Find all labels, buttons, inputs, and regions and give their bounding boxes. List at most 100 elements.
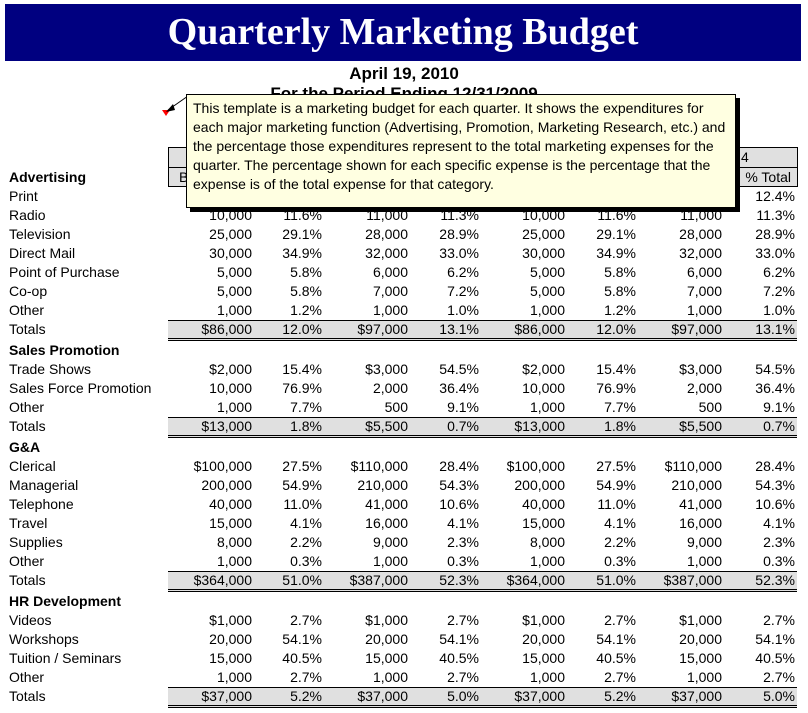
amount-cell[interactable]: $1,000 xyxy=(365,611,408,630)
amount-cell[interactable]: $37,000 xyxy=(201,687,252,706)
percent-cell[interactable]: 0.3% xyxy=(290,552,322,571)
percent-cell[interactable]: 12.4% xyxy=(755,187,795,206)
percent-cell[interactable]: 1.0% xyxy=(447,301,479,320)
amount-cell[interactable]: 1,000 xyxy=(217,668,252,687)
amount-cell[interactable]: 1,000 xyxy=(687,668,722,687)
amount-cell[interactable]: 1,000 xyxy=(373,552,408,571)
amount-cell[interactable]: 30,000 xyxy=(522,244,565,263)
percent-cell[interactable]: 5.2% xyxy=(604,687,636,706)
percent-cell[interactable]: 76.9% xyxy=(596,379,636,398)
percent-cell[interactable]: 2.7% xyxy=(763,611,795,630)
amount-cell[interactable]: 40,000 xyxy=(522,495,565,514)
percent-cell[interactable]: 33.0% xyxy=(439,244,479,263)
amount-cell[interactable]: 9,000 xyxy=(373,533,408,552)
percent-cell[interactable]: 54.3% xyxy=(439,476,479,495)
percent-cell[interactable]: 7.2% xyxy=(447,282,479,301)
amount-cell[interactable]: $110,000 xyxy=(351,457,408,476)
amount-cell[interactable]: 15,000 xyxy=(209,514,252,533)
amount-cell[interactable]: 20,000 xyxy=(522,630,565,649)
percent-cell[interactable]: 7.7% xyxy=(290,398,322,417)
amount-cell[interactable]: 25,000 xyxy=(522,225,565,244)
amount-cell[interactable]: 1,000 xyxy=(687,301,722,320)
percent-cell[interactable]: 40.5% xyxy=(755,649,795,668)
percent-cell[interactable]: 4.1% xyxy=(604,514,636,533)
amount-cell[interactable]: 32,000 xyxy=(679,244,722,263)
percent-cell[interactable]: 10.6% xyxy=(439,495,479,514)
amount-cell[interactable]: 8,000 xyxy=(530,533,565,552)
percent-cell[interactable]: 2.2% xyxy=(604,533,636,552)
percent-cell[interactable]: 1.2% xyxy=(604,301,636,320)
amount-cell[interactable]: 9,000 xyxy=(687,533,722,552)
amount-cell[interactable]: 10,000 xyxy=(209,379,252,398)
percent-cell[interactable]: 11.0% xyxy=(597,495,636,514)
percent-cell[interactable]: 29.1% xyxy=(596,225,636,244)
percent-cell[interactable]: 2.3% xyxy=(763,533,795,552)
percent-cell[interactable]: 40.5% xyxy=(439,649,479,668)
percent-cell[interactable]: 52.3% xyxy=(439,571,479,590)
percent-cell[interactable]: 52.3% xyxy=(755,571,795,590)
amount-cell[interactable]: 8,000 xyxy=(217,533,252,552)
amount-cell[interactable]: $2,000 xyxy=(522,360,565,379)
amount-cell[interactable]: 20,000 xyxy=(209,630,252,649)
amount-cell[interactable]: 1,000 xyxy=(373,668,408,687)
amount-cell[interactable]: 10,000 xyxy=(522,206,565,225)
amount-cell[interactable]: 6,000 xyxy=(373,263,408,282)
amount-cell[interactable]: 5,000 xyxy=(217,263,252,282)
amount-cell[interactable]: 1,000 xyxy=(530,398,565,417)
amount-cell[interactable]: 15,000 xyxy=(365,649,408,668)
percent-cell[interactable]: 29.1% xyxy=(282,225,322,244)
percent-cell[interactable]: 2.7% xyxy=(604,611,636,630)
amount-cell[interactable]: 5,000 xyxy=(530,263,565,282)
percent-cell[interactable]: 15.4% xyxy=(596,360,636,379)
amount-cell[interactable]: 28,000 xyxy=(679,225,722,244)
amount-cell[interactable]: 2,000 xyxy=(687,379,722,398)
percent-cell[interactable]: 1.2% xyxy=(290,301,322,320)
percent-cell[interactable]: 4.1% xyxy=(763,514,795,533)
amount-cell[interactable]: $1,000 xyxy=(679,611,722,630)
percent-cell[interactable]: 7.7% xyxy=(604,398,636,417)
percent-cell[interactable]: 34.9% xyxy=(282,244,322,263)
percent-cell[interactable]: 54.5% xyxy=(755,360,795,379)
percent-cell[interactable]: 27.5% xyxy=(596,457,636,476)
percent-cell[interactable]: 54.1% xyxy=(755,630,795,649)
amount-cell[interactable]: $37,000 xyxy=(357,687,408,706)
amount-cell[interactable]: $97,000 xyxy=(671,320,722,339)
percent-cell[interactable]: 13.1% xyxy=(755,320,795,339)
amount-cell[interactable]: 11,000 xyxy=(366,206,408,225)
amount-cell[interactable]: 16,000 xyxy=(679,514,722,533)
percent-cell[interactable]: 1.0% xyxy=(763,301,795,320)
percent-cell[interactable]: 6.2% xyxy=(447,263,479,282)
percent-cell[interactable]: 2.7% xyxy=(447,611,479,630)
amount-cell[interactable]: 10,000 xyxy=(209,206,252,225)
percent-cell[interactable]: 5.0% xyxy=(447,687,479,706)
amount-cell[interactable]: 32,000 xyxy=(365,244,408,263)
percent-cell[interactable]: 28.9% xyxy=(439,225,479,244)
amount-cell[interactable]: $364,000 xyxy=(194,571,252,590)
percent-cell[interactable]: 54.5% xyxy=(439,360,479,379)
amount-cell[interactable]: 200,000 xyxy=(514,476,565,495)
percent-cell[interactable]: 7.2% xyxy=(763,282,795,301)
amount-cell[interactable]: 41,000 xyxy=(679,495,722,514)
amount-cell[interactable]: $86,000 xyxy=(201,320,252,339)
amount-cell[interactable]: $1,000 xyxy=(522,611,565,630)
percent-cell[interactable]: 76.9% xyxy=(282,379,322,398)
amount-cell[interactable]: 500 xyxy=(385,398,408,417)
amount-cell[interactable]: $97,000 xyxy=(357,320,408,339)
amount-cell[interactable]: 25,000 xyxy=(209,225,252,244)
percent-cell[interactable]: 27.5% xyxy=(282,457,322,476)
amount-cell[interactable]: $13,000 xyxy=(514,417,565,436)
percent-cell[interactable]: 5.8% xyxy=(290,263,322,282)
amount-cell[interactable]: 15,000 xyxy=(522,649,565,668)
percent-cell[interactable]: 0.7% xyxy=(447,417,479,436)
amount-cell[interactable]: 500 xyxy=(699,398,722,417)
amount-cell[interactable]: $100,000 xyxy=(507,457,565,476)
percent-cell[interactable]: 10.6% xyxy=(755,495,795,514)
percent-cell[interactable]: 11.3% xyxy=(756,206,795,225)
percent-cell[interactable]: 11.6% xyxy=(283,206,322,225)
amount-cell[interactable]: 15,000 xyxy=(679,649,722,668)
percent-cell[interactable]: 54.9% xyxy=(282,476,322,495)
percent-cell[interactable]: 54.1% xyxy=(282,630,322,649)
amount-cell[interactable]: $3,000 xyxy=(365,360,408,379)
amount-cell[interactable]: $100,000 xyxy=(194,457,252,476)
percent-cell[interactable]: 34.9% xyxy=(596,244,636,263)
